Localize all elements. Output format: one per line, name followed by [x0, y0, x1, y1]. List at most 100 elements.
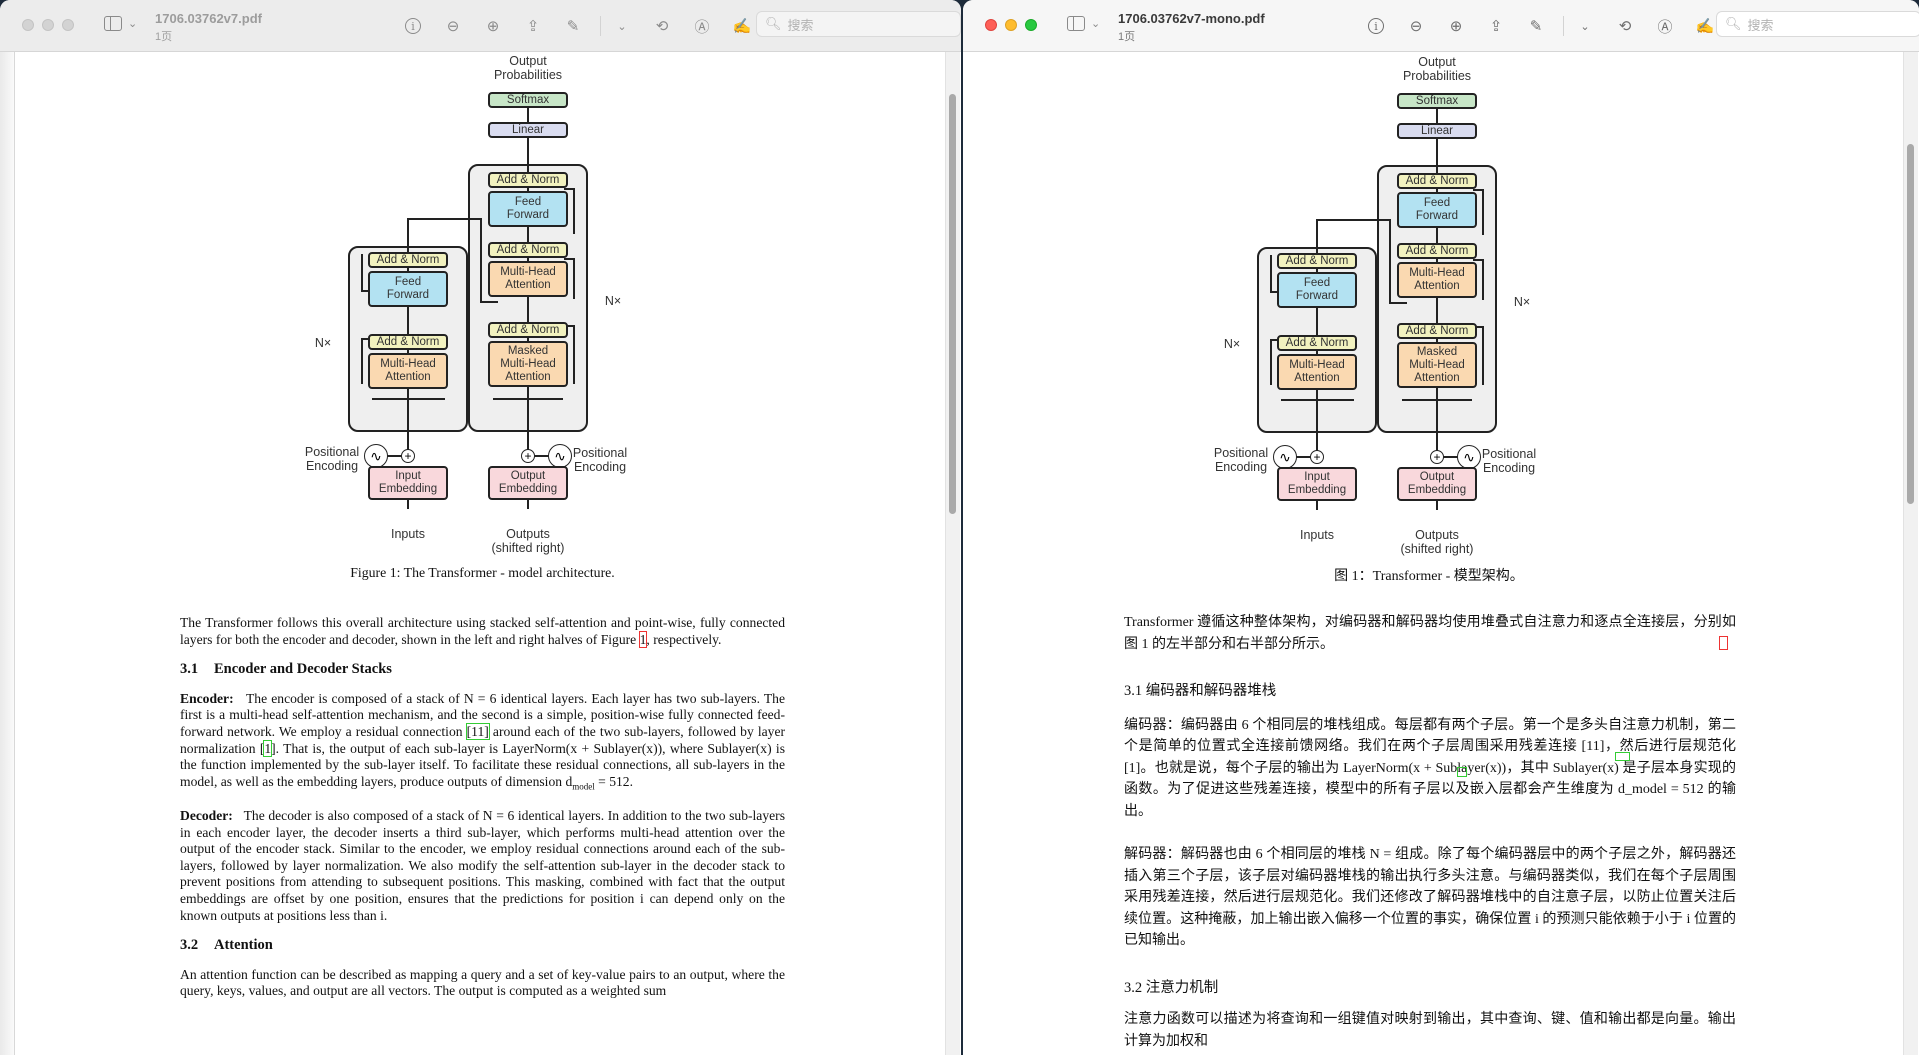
document-title: 1706.03762v7.pdf: [155, 11, 262, 26]
softmax-block: Softmax: [488, 92, 568, 108]
linear-block: Linear: [488, 122, 568, 138]
search-field[interactable]: 🔍︎ 搜索: [1716, 11, 1919, 37]
minimize-button[interactable]: [1005, 19, 1017, 31]
feed-forward-block: Feed Forward: [1397, 192, 1477, 228]
add-icon: +: [401, 449, 415, 463]
encoder-paragraph: 编码器：编码器由 6 个相同层的堆栈组成。每层都有两个子层。第一个是多头自注意力…: [1124, 717, 1736, 819]
search-placeholder: 搜索: [1747, 17, 1774, 33]
chevron-down-icon: ⌄: [617, 20, 627, 33]
highlight-button[interactable]: ✎: [1523, 13, 1549, 39]
close-button[interactable]: [985, 19, 997, 31]
inputs-label: Inputs: [1299, 528, 1335, 542]
window-controls: [22, 19, 74, 31]
toolbar: i ⊖ ⊕ ⇪ ✎ ⌄ ⟲ Ⓐ ✍: [400, 13, 769, 39]
chevron-down-icon: ⌄: [1091, 18, 1101, 30]
add-norm-block: Add & Norm: [1277, 253, 1357, 269]
search-icon: 🔍︎: [765, 16, 782, 31]
decoder-paragraph: 解码器：解码器也由 6 个相同层的堆栈 N = 组成。除了每个编码器层中的两个子…: [1124, 847, 1736, 948]
rotate-icon: ⟲: [655, 18, 669, 35]
highlight-pen-icon: ✎: [566, 18, 580, 35]
share-button[interactable]: ⇪: [520, 13, 546, 39]
document-body: The Transformer follows this overall arc…: [180, 615, 785, 1000]
highlight-pen-icon: ✎: [1529, 18, 1543, 35]
window-controls: [985, 19, 1037, 31]
rotate-button[interactable]: ⟲: [649, 13, 675, 39]
highlight-button[interactable]: ✎: [560, 13, 586, 39]
multi-head-attention-block: Multi-Head Attention: [1397, 262, 1477, 298]
zoom-in-icon: ⊕: [1449, 18, 1463, 35]
transformer-diagram: + + ∿ ∿ Output Probabilities N× N× Positional E…: [305, 54, 648, 564]
output-embedding-block: Output Embedding: [488, 466, 568, 500]
zoom-out-button[interactable]: ⊖: [440, 13, 466, 39]
outputs-label: Outputs (shifted right): [1400, 528, 1474, 556]
link-annotation-marker[interactable]: [1457, 767, 1467, 777]
page-count: 1页: [1118, 31, 1136, 43]
masked-multi-head-attention-block: Masked Multi-Head Attention: [1397, 342, 1477, 388]
highlight-options-button[interactable]: ⌄: [609, 13, 635, 39]
document-title: 1706.03762v7-mono.pdf: [1118, 11, 1265, 26]
sidebar-toggle-button[interactable]: ⌄: [1067, 16, 1100, 31]
minimize-button[interactable]: [42, 19, 54, 31]
markup-icon: Ⓐ: [1657, 18, 1673, 36]
positional-encoding-label: Positional Encoding: [572, 446, 628, 474]
markup-button[interactable]: Ⓐ: [1652, 13, 1678, 39]
figure-caption: Figure 1: The Transformer - model archit…: [350, 565, 615, 580]
sign-button[interactable]: ✍: [1692, 13, 1718, 39]
transformer-diagram: + + ∿ ∿ Output Probabilities N× N× Positional E…: [1214, 55, 1557, 565]
diagram-connectors: [361, 94, 575, 509]
attention-paragraph: An attention function can be described a…: [180, 966, 785, 999]
share-icon: ⇪: [1489, 18, 1503, 35]
zoom-button[interactable]: [62, 19, 74, 31]
page-count: 1页: [155, 31, 173, 43]
sidebar-icon: [1067, 16, 1085, 31]
preview-window-translated: ⌄ 1706.03762v7-mono.pdf 1页 i ⊖ ⊕ ⇪ ✎ ⌄ ⟲…: [963, 0, 1919, 1055]
vertical-scrollbar[interactable]: [1903, 52, 1918, 1055]
search-field[interactable]: 🔍︎ 搜索: [756, 11, 961, 37]
citation-link-11[interactable]: [11]: [465, 722, 490, 740]
sine-wave-icon: ∿: [1457, 445, 1481, 469]
figure-caption: 图 1：Transformer - 模型架构。: [1334, 569, 1524, 584]
positional-encoding-label: Positional Encoding: [1213, 446, 1269, 474]
sidebar-toggle-button[interactable]: ⌄: [104, 16, 137, 31]
markup-button[interactable]: Ⓐ: [689, 13, 715, 39]
scrollbar-thumb[interactable]: [949, 94, 956, 514]
output-probabilities-label: Output Probabilities: [493, 54, 563, 82]
rotate-button[interactable]: ⟲: [1612, 13, 1638, 39]
info-button[interactable]: i: [400, 13, 426, 39]
share-icon: ⇪: [526, 18, 540, 35]
section-heading-3-2: 3.2 Attention: [180, 937, 273, 954]
sign-icon: ✍: [732, 18, 752, 35]
link-annotation-marker[interactable]: [1719, 636, 1728, 650]
zoom-in-button[interactable]: ⊕: [480, 13, 506, 39]
zoom-button[interactable]: [1025, 19, 1037, 31]
search-placeholder: 搜索: [787, 17, 814, 33]
decoder-paragraph: Decoder: The decoder is also composed of…: [180, 808, 785, 923]
zoom-out-button[interactable]: ⊖: [1403, 13, 1429, 39]
add-norm-block: Add & Norm: [488, 242, 568, 258]
add-norm-block: Add & Norm: [368, 252, 448, 268]
add-norm-block: Add & Norm: [1397, 323, 1477, 339]
input-embedding-block: Input Embedding: [1277, 467, 1357, 501]
multi-head-attention-block: Multi-Head Attention: [488, 261, 568, 297]
add-icon: +: [521, 449, 535, 463]
info-icon: i: [405, 18, 421, 34]
close-button[interactable]: [22, 19, 34, 31]
add-icon: +: [1310, 450, 1324, 464]
zoom-in-button[interactable]: ⊕: [1443, 13, 1469, 39]
search-icon: 🔍︎: [1725, 16, 1742, 31]
share-button[interactable]: ⇪: [1483, 13, 1509, 39]
info-button[interactable]: i: [1363, 13, 1389, 39]
highlight-options-button[interactable]: ⌄: [1572, 13, 1598, 39]
add-norm-block: Add & Norm: [488, 172, 568, 188]
scrollbar-thumb[interactable]: [1907, 144, 1914, 504]
sign-button[interactable]: ✍: [729, 13, 755, 39]
link-annotation-marker[interactable]: [1615, 752, 1630, 761]
window-edge: [0, 52, 15, 1055]
toolbar: i ⊖ ⊕ ⇪ ✎ ⌄ ⟲ Ⓐ ✍: [1363, 13, 1732, 39]
linear-block: Linear: [1397, 123, 1477, 139]
section-heading-3-2: 3.2 注意力机制: [1124, 979, 1219, 996]
title-bar: ⌄ 1706.03762v7-mono.pdf 1页 i ⊖ ⊕ ⇪ ✎ ⌄ ⟲…: [963, 0, 1919, 52]
vertical-scrollbar[interactable]: [945, 52, 960, 1055]
output-embedding-block: Output Embedding: [1397, 467, 1477, 501]
rotate-icon: ⟲: [1618, 18, 1632, 35]
